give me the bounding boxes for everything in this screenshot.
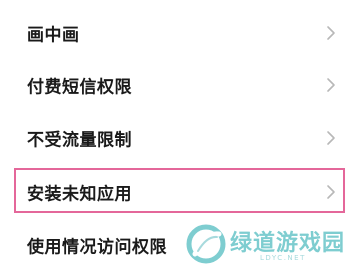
settings-item-install-unknown-apps[interactable]: 安装未知应用 xyxy=(0,166,360,218)
settings-item-premium-sms[interactable]: 付费短信权限 xyxy=(0,59,360,111)
settings-item-unrestricted-data[interactable]: 不受流量限制 xyxy=(0,112,360,164)
chevron-right-icon xyxy=(326,130,336,146)
watermark: 绿道游戏园 LDYC.NET xyxy=(186,222,358,268)
chevron-right-icon xyxy=(326,77,336,93)
settings-item-label: 安装未知应用 xyxy=(27,184,132,205)
settings-item-label: 付费短信权限 xyxy=(27,77,132,98)
settings-item-label: 画中画 xyxy=(27,25,80,46)
chevron-right-icon xyxy=(326,184,336,200)
settings-item-label: 使用情况访问权限 xyxy=(27,237,167,258)
watermark-brand: 绿道游戏园 xyxy=(230,231,346,256)
ldyc-logo-icon xyxy=(186,224,226,264)
watermark-domain: LDYC.NET xyxy=(260,254,306,262)
settings-item-label: 不受流量限制 xyxy=(27,130,132,151)
settings-item-picture-in-picture[interactable]: 画中画 xyxy=(0,7,360,59)
chevron-right-icon xyxy=(326,25,336,41)
